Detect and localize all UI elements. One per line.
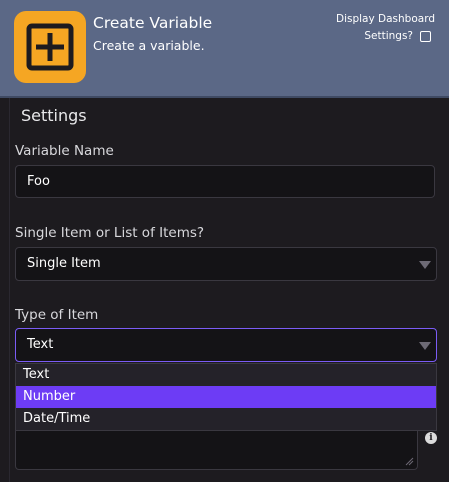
item-type-select[interactable]: Text [15, 328, 437, 362]
item-type-value: Text [27, 337, 54, 352]
plus-square-icon [14, 11, 86, 83]
dropdown-option-text[interactable]: Text [16, 364, 436, 386]
panel-divider [9, 98, 10, 482]
dropdown-option-datetime[interactable]: Date/Time [16, 408, 436, 430]
chevron-down-icon [419, 342, 431, 350]
item-mode-value: Single Item [27, 256, 101, 271]
resize-grip-icon[interactable] [405, 457, 414, 466]
textarea-field[interactable] [15, 428, 418, 470]
create-variable-dialog: Create Variable Create a variable. Displ… [0, 0, 449, 482]
dialog-title: Create Variable [93, 14, 213, 32]
dropdown-option-number[interactable]: Number [16, 386, 436, 408]
display-dashboard-label: Display Dashboard [335, 13, 435, 25]
item-type-options: Text Number Date/Time [15, 363, 437, 431]
variable-name-input[interactable]: Foo [15, 165, 435, 198]
item-type-label: Type of Item [15, 307, 99, 323]
chevron-down-icon [419, 261, 431, 269]
display-dashboard-row: Settings? [364, 30, 431, 42]
item-mode-label: Single Item or List of Items? [15, 225, 205, 241]
item-mode-select[interactable]: Single Item [15, 247, 437, 281]
display-dashboard-settings-label: Settings? [364, 30, 413, 42]
variable-name-value: Foo [27, 174, 50, 189]
settings-heading: Settings [21, 106, 87, 125]
variable-name-label: Variable Name [15, 143, 114, 159]
info-icon[interactable]: i [425, 432, 437, 444]
dialog-header: Create Variable Create a variable. Displ… [0, 0, 449, 98]
display-dashboard-checkbox[interactable] [420, 30, 431, 42]
dialog-description: Create a variable. [93, 38, 205, 53]
